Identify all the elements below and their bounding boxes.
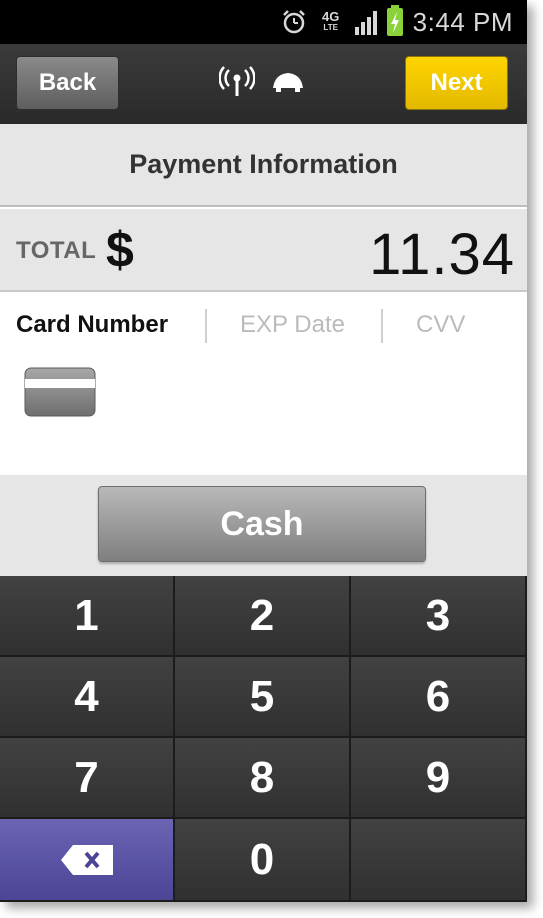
turtle-icon xyxy=(273,73,303,92)
key-7[interactable]: 7 xyxy=(0,738,175,819)
signal-icon xyxy=(354,9,377,35)
key-5[interactable]: 5 xyxy=(175,657,351,738)
alarm-icon xyxy=(281,9,307,35)
key-2[interactable]: 2 xyxy=(175,576,351,657)
status-time: 3:44 PM xyxy=(412,6,513,37)
key-0[interactable]: 0 xyxy=(175,819,351,902)
network-subtype: LTE xyxy=(323,23,338,32)
card-entry-area: Card Number EXP Date CVV xyxy=(0,293,527,475)
key-6[interactable]: 6 xyxy=(351,657,527,738)
cash-band: Cash xyxy=(0,475,527,576)
backspace-icon xyxy=(60,844,113,875)
action-bar: Back Next xyxy=(0,44,527,124)
key-4[interactable]: 4 xyxy=(0,657,175,738)
key-9[interactable]: 9 xyxy=(351,738,527,819)
credit-card-icon xyxy=(24,367,96,417)
page-title: Payment Information xyxy=(129,149,398,179)
field-divider xyxy=(205,309,207,343)
key-3[interactable]: 3 xyxy=(351,576,527,657)
next-button[interactable]: Next xyxy=(405,56,508,110)
cvv-field[interactable]: CVV xyxy=(416,311,465,339)
cash-button[interactable]: Cash xyxy=(98,486,426,562)
network-4g-lte-icon: 4G LTE xyxy=(317,10,345,33)
field-divider xyxy=(381,309,383,343)
card-reader-icon xyxy=(219,66,255,96)
total-amount: 11.34 xyxy=(369,222,515,287)
total-row: TOTAL $ 11.34 xyxy=(0,209,527,292)
phone-screen: 4G LTE 3:44 PM Back Next Payment Informa… xyxy=(0,0,527,902)
total-currency: $ xyxy=(106,222,134,278)
blank-key xyxy=(351,819,527,902)
card-number-field[interactable]: Card Number xyxy=(16,311,168,339)
key-8[interactable]: 8 xyxy=(175,738,351,819)
exp-date-field[interactable]: EXP Date xyxy=(240,311,345,339)
back-button[interactable]: Back xyxy=(16,56,119,110)
battery-charging-icon xyxy=(386,5,403,36)
total-label: TOTAL xyxy=(16,237,97,264)
numeric-keypad: 1 2 3 4 5 6 7 8 9 0 xyxy=(0,576,527,902)
status-bar: 4G LTE 3:44 PM xyxy=(0,0,527,44)
title-band: Payment Information xyxy=(0,124,527,207)
key-1[interactable]: 1 xyxy=(0,576,175,657)
delete-key[interactable] xyxy=(0,819,175,902)
